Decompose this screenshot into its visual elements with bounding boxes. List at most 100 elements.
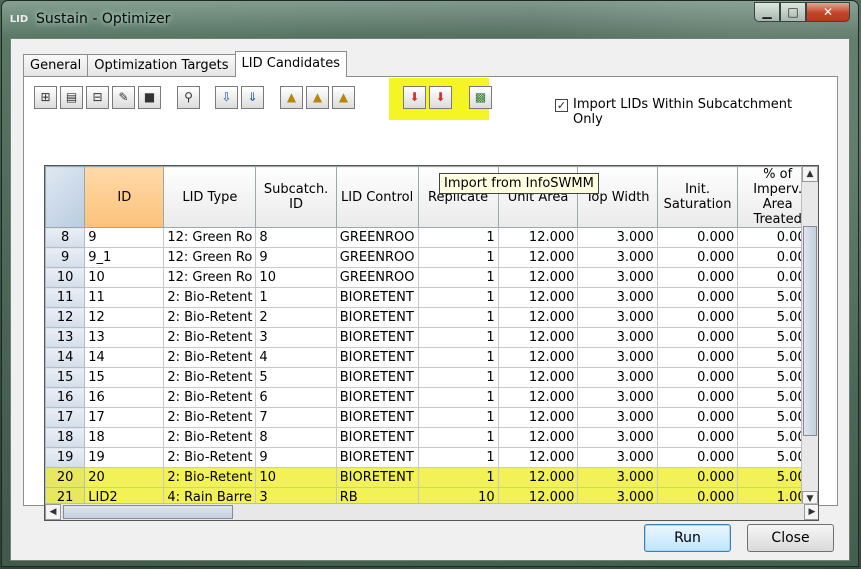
- cell-init-saturation[interactable]: 0.000: [656, 267, 739, 288]
- table-row[interactable]: 8 9 12: Green Ro 8 GREENROO 1 12.000 3.000 0.000…: [45, 227, 818, 248]
- cell-lid-type[interactable]: 2: Bio-Retent: [163, 407, 257, 428]
- cell-subcatch-id[interactable]: 10: [255, 267, 337, 288]
- row-number[interactable]: 17: [45, 407, 86, 428]
- cell-top-width[interactable]: 3.000: [577, 227, 658, 248]
- cell-lid-control[interactable]: BIORETENT: [335, 327, 419, 348]
- cell-lid-type[interactable]: 2: Bio-Retent: [163, 307, 257, 328]
- scroll-left-arrow[interactable]: ◀: [45, 504, 61, 520]
- cell-replicate[interactable]: 1: [417, 367, 499, 388]
- import-lid-a-button[interactable]: ▲: [280, 86, 303, 109]
- add-row-button[interactable]: ⊞: [34, 86, 57, 109]
- import-lid-c-button[interactable]: ▲: [332, 86, 355, 109]
- table-row[interactable]: 12 12 2: Bio-Retent 2 BIORETENT 1 12.000 3.000 0…: [45, 307, 818, 328]
- close-button[interactable]: Close: [747, 524, 834, 552]
- row-number[interactable]: 18: [45, 427, 86, 448]
- cell-replicate[interactable]: 1: [417, 447, 499, 468]
- cell-subcatch-id[interactable]: 3: [255, 327, 337, 348]
- cell-unit-area[interactable]: 12.000: [497, 287, 579, 308]
- cell-id[interactable]: 16: [84, 387, 165, 408]
- col-header-subcatch-id[interactable]: Subcatch. ID: [255, 166, 337, 228]
- table-row[interactable]: 15 15 2: Bio-Retent 5 BIORETENT 1 12.000 3.000 0…: [45, 367, 818, 388]
- col-header-init-saturation[interactable]: Init. Saturation: [656, 166, 739, 228]
- cell-lid-control[interactable]: GREENROO: [335, 267, 419, 288]
- cell-replicate[interactable]: 1: [417, 307, 499, 328]
- cell-replicate[interactable]: 1: [417, 247, 499, 268]
- title-bar[interactable]: LID Sustain - Optimizer ▁ □ ✕: [2, 1, 858, 39]
- cell-replicate[interactable]: 1: [417, 327, 499, 348]
- cell-id[interactable]: 20: [84, 467, 165, 488]
- cell-id[interactable]: 9_1: [84, 247, 165, 268]
- cell-lid-type[interactable]: 2: Bio-Retent: [163, 467, 257, 488]
- table-row[interactable]: 19 19 2: Bio-Retent 9 BIORETENT 1 12.000 3.000 0…: [45, 447, 818, 468]
- cell-unit-area[interactable]: 12.000: [497, 447, 579, 468]
- import-within-subcatchment-checkbox[interactable]: ✓: [555, 99, 568, 112]
- cell-subcatch-id[interactable]: 10: [255, 467, 337, 488]
- row-number[interactable]: 19: [45, 447, 86, 468]
- cell-lid-type[interactable]: 2: Bio-Retent: [163, 287, 257, 308]
- table-row[interactable]: 9 9_1 12: Green Ro 9 GREENROO 1 12.000 3.000 0.0…: [45, 247, 818, 268]
- row-number[interactable]: 11: [45, 287, 86, 308]
- cell-top-width[interactable]: 3.000: [577, 387, 658, 408]
- cell-replicate[interactable]: 1: [417, 227, 499, 248]
- cell-init-saturation[interactable]: 0.000: [656, 387, 739, 408]
- cell-top-width[interactable]: 3.000: [577, 327, 658, 348]
- cell-replicate[interactable]: 1: [417, 267, 499, 288]
- cell-lid-type[interactable]: 2: Bio-Retent: [163, 427, 257, 448]
- cell-top-width[interactable]: 3.000: [577, 427, 658, 448]
- cell-lid-type[interactable]: 2: Bio-Retent: [163, 387, 257, 408]
- import-infoswmm-button[interactable]: ⬇: [403, 86, 426, 109]
- cell-init-saturation[interactable]: 0.000: [656, 467, 739, 488]
- cell-lid-type[interactable]: 2: Bio-Retent: [163, 327, 257, 348]
- cell-id[interactable]: 10: [84, 267, 165, 288]
- delete-row-button[interactable]: ⊟: [86, 86, 109, 109]
- cell-id[interactable]: 12: [84, 307, 165, 328]
- row-number[interactable]: 13: [45, 327, 86, 348]
- scroll-up-arrow[interactable]: ▲: [802, 166, 818, 182]
- maximize-button[interactable]: □: [780, 2, 806, 22]
- cell-top-width[interactable]: 3.000: [577, 347, 658, 368]
- add-row-query-button[interactable]: ▤: [60, 86, 83, 109]
- import-lid-b-button[interactable]: ▲: [306, 86, 329, 109]
- col-header-lid-control[interactable]: LID Control: [335, 166, 419, 228]
- edit-button[interactable]: ✎: [112, 86, 135, 109]
- cell-top-width[interactable]: 3.000: [577, 367, 658, 388]
- cell-subcatch-id[interactable]: 5: [255, 367, 337, 388]
- cell-lid-type[interactable]: 2: Bio-Retent: [163, 367, 257, 388]
- cell-init-saturation[interactable]: 0.000: [656, 287, 739, 308]
- cell-subcatch-id[interactable]: 2: [255, 307, 337, 328]
- cell-init-saturation[interactable]: 0.000: [656, 407, 739, 428]
- cell-init-saturation[interactable]: 0.000: [656, 307, 739, 328]
- cell-subcatch-id[interactable]: 1: [255, 287, 337, 308]
- cell-subcatch-id[interactable]: 6: [255, 387, 337, 408]
- minimize-button[interactable]: ▁: [754, 2, 780, 22]
- cell-subcatch-id[interactable]: 4: [255, 347, 337, 368]
- cell-top-width[interactable]: 3.000: [577, 287, 658, 308]
- cell-replicate[interactable]: 1: [417, 347, 499, 368]
- map-button[interactable]: ▩: [469, 86, 492, 109]
- close-window-button[interactable]: ✕: [806, 2, 850, 22]
- cell-id[interactable]: 11: [84, 287, 165, 308]
- cell-unit-area[interactable]: 12.000: [497, 347, 579, 368]
- import-list-button[interactable]: ⇓: [241, 86, 264, 109]
- cell-subcatch-id[interactable]: 8: [255, 227, 337, 248]
- import-infoswmm-alt-button[interactable]: ⬇: [429, 86, 452, 109]
- scroll-right-arrow[interactable]: ▶: [804, 504, 818, 520]
- cell-id[interactable]: 9: [84, 227, 165, 248]
- cell-init-saturation[interactable]: 0.000: [656, 427, 739, 448]
- horizontal-scroll-thumb[interactable]: [63, 505, 233, 519]
- grid-corner-header[interactable]: [45, 166, 86, 228]
- cell-lid-type[interactable]: 12: Green Ro: [163, 267, 257, 288]
- table-row[interactable]: 14 14 2: Bio-Retent 4 BIORETENT 1 12.000 3.000 0…: [45, 347, 818, 368]
- cell-id[interactable]: 14: [84, 347, 165, 368]
- cell-lid-control[interactable]: BIORETENT: [335, 367, 419, 388]
- table-row[interactable]: 11 11 2: Bio-Retent 1 BIORETENT 1 12.000 3.000 0…: [45, 287, 818, 308]
- col-header-lid-type[interactable]: LID Type: [163, 166, 257, 228]
- table-row[interactable]: 18 18 2: Bio-Retent 8 BIORETENT 1 12.000 3.000 0…: [45, 427, 818, 448]
- cell-lid-control[interactable]: BIORETENT: [335, 347, 419, 368]
- row-number[interactable]: 15: [45, 367, 86, 388]
- cell-unit-area[interactable]: 12.000: [497, 387, 579, 408]
- run-button[interactable]: Run: [644, 524, 731, 552]
- cell-id[interactable]: 18: [84, 427, 165, 448]
- import-down-button[interactable]: ⇩: [215, 86, 238, 109]
- vertical-scroll-thumb[interactable]: [803, 226, 817, 436]
